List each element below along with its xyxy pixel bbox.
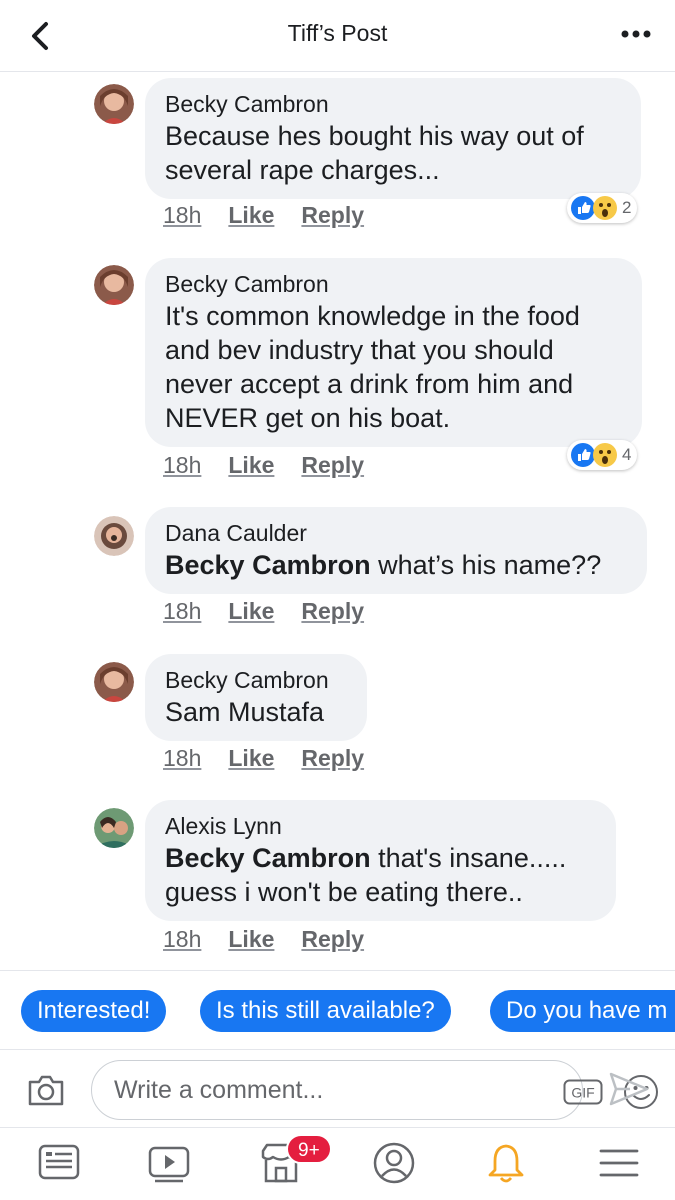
reply-link[interactable]: Reply <box>301 452 364 479</box>
camera-icon[interactable] <box>26 1072 66 1108</box>
comment-timestamp[interactable]: 18h <box>163 202 201 229</box>
like-link[interactable]: Like <box>228 926 274 953</box>
comment-author[interactable]: Becky Cambron <box>165 89 621 119</box>
wow-reaction-icon <box>593 196 617 220</box>
comment-text-line: guess i won't be eating there.. <box>165 877 523 907</box>
quick-reply-still-available[interactable]: Is this still available? <box>200 990 451 1032</box>
avatar[interactable] <box>94 662 134 702</box>
comment-author[interactable]: Dana Caulder <box>165 518 627 548</box>
watch-icon[interactable] <box>147 1141 191 1185</box>
avatar[interactable] <box>94 808 134 848</box>
comment-actions: 18h Like Reply <box>163 202 364 229</box>
comment-timestamp[interactable]: 18h <box>163 452 201 479</box>
wow-reaction-icon <box>593 443 617 467</box>
comment-timestamp[interactable]: 18h <box>163 598 201 625</box>
avatar[interactable] <box>94 265 134 305</box>
bottom-tab-bar <box>0 1128 675 1200</box>
mention-link[interactable]: Becky Cambron <box>165 843 371 873</box>
news-feed-icon[interactable] <box>37 1141 81 1185</box>
comment-actions: 18h Like Reply <box>163 926 364 953</box>
comment-text: that's insane..... <box>370 843 567 873</box>
comment-text-line: and bev industry that you should <box>165 335 554 365</box>
notifications-bell-icon[interactable] <box>484 1141 528 1185</box>
reply-link[interactable]: Reply <box>301 598 364 625</box>
menu-icon[interactable] <box>597 1141 641 1185</box>
reply-link[interactable]: Reply <box>301 202 364 229</box>
comment-text-line: NEVER get on his boat. <box>165 403 451 433</box>
notification-badge: 9+ <box>286 1134 332 1164</box>
comment-bubble[interactable]: Alexis Lynn Becky Cambron that's insane.… <box>145 800 616 921</box>
mention-link[interactable]: Becky Cambron <box>165 550 371 580</box>
comment-author[interactable]: Becky Cambron <box>165 665 347 695</box>
like-link[interactable]: Like <box>228 202 274 229</box>
comment-actions: 18h Like Reply <box>163 745 364 772</box>
quick-reply-interested[interactable]: Interested! <box>21 990 167 1032</box>
gif-icon[interactable]: GIF <box>563 1079 603 1105</box>
gif-label: GIF <box>571 1085 594 1101</box>
avatar[interactable] <box>94 516 134 556</box>
like-link[interactable]: Like <box>228 452 274 479</box>
comment-input-placeholder: Write a comment... <box>114 1076 324 1104</box>
avatar[interactable] <box>94 84 134 124</box>
profile-icon[interactable] <box>372 1141 416 1185</box>
comment-author[interactable]: Alexis Lynn <box>165 811 596 841</box>
comment-timestamp[interactable]: 18h <box>163 926 201 953</box>
comment-text-line: Becky Cambron what’s his name?? <box>165 548 627 582</box>
quick-reply-do-you-have[interactable]: Do you have m <box>490 990 675 1032</box>
comment-composer: Write a comment... GIF <box>0 1050 675 1128</box>
comment-bubble[interactable]: Dana Caulder Becky Cambron what’s his na… <box>145 507 647 594</box>
comment-text: what’s his name?? <box>370 550 602 580</box>
comment-actions: 18h Like Reply <box>163 598 364 625</box>
comment-text-line: several rape charges... <box>165 155 440 185</box>
more-dots-icon[interactable] <box>619 22 653 46</box>
comment-author[interactable]: Becky Cambron <box>165 269 622 299</box>
comment-bubble[interactable]: Becky Cambron Because hes bought his way… <box>145 78 641 199</box>
comment-text-line: Sam Mustafa <box>165 697 325 727</box>
reaction-count: 2 <box>622 198 632 217</box>
comment-text-line: never accept a drink from him and <box>165 369 574 399</box>
comment-timestamp[interactable]: 18h <box>163 745 201 772</box>
reaction-count: 4 <box>622 445 632 464</box>
send-icon[interactable] <box>608 1070 650 1108</box>
comment-bubble[interactable]: Becky Cambron Sam Mustafa <box>145 654 367 741</box>
comment-text-line: It's common knowledge in the food <box>165 301 580 331</box>
like-link[interactable]: Like <box>228 745 274 772</box>
comment-input[interactable]: Write a comment... GIF <box>91 1060 658 1120</box>
reactions-summary[interactable]: 4 <box>567 440 638 470</box>
reply-link[interactable]: Reply <box>301 745 364 772</box>
comment-actions: 18h Like Reply <box>163 452 364 479</box>
reactions-summary[interactable]: 2 <box>567 193 638 223</box>
page-title: Tiff’s Post <box>287 20 388 46</box>
like-link[interactable]: Like <box>228 598 274 625</box>
comment-bubble[interactable]: Becky Cambron It's common knowledge in t… <box>145 258 642 447</box>
reply-link[interactable]: Reply <box>301 926 364 953</box>
quick-reply-bar: Interested! Is this still available? Do … <box>0 970 675 1050</box>
comment-text-line: Because hes bought his way out of <box>165 121 584 151</box>
top-bar: Tiff’s Post <box>0 0 675 72</box>
comment-text-line: Becky Cambron that's insane..... <box>165 841 596 875</box>
